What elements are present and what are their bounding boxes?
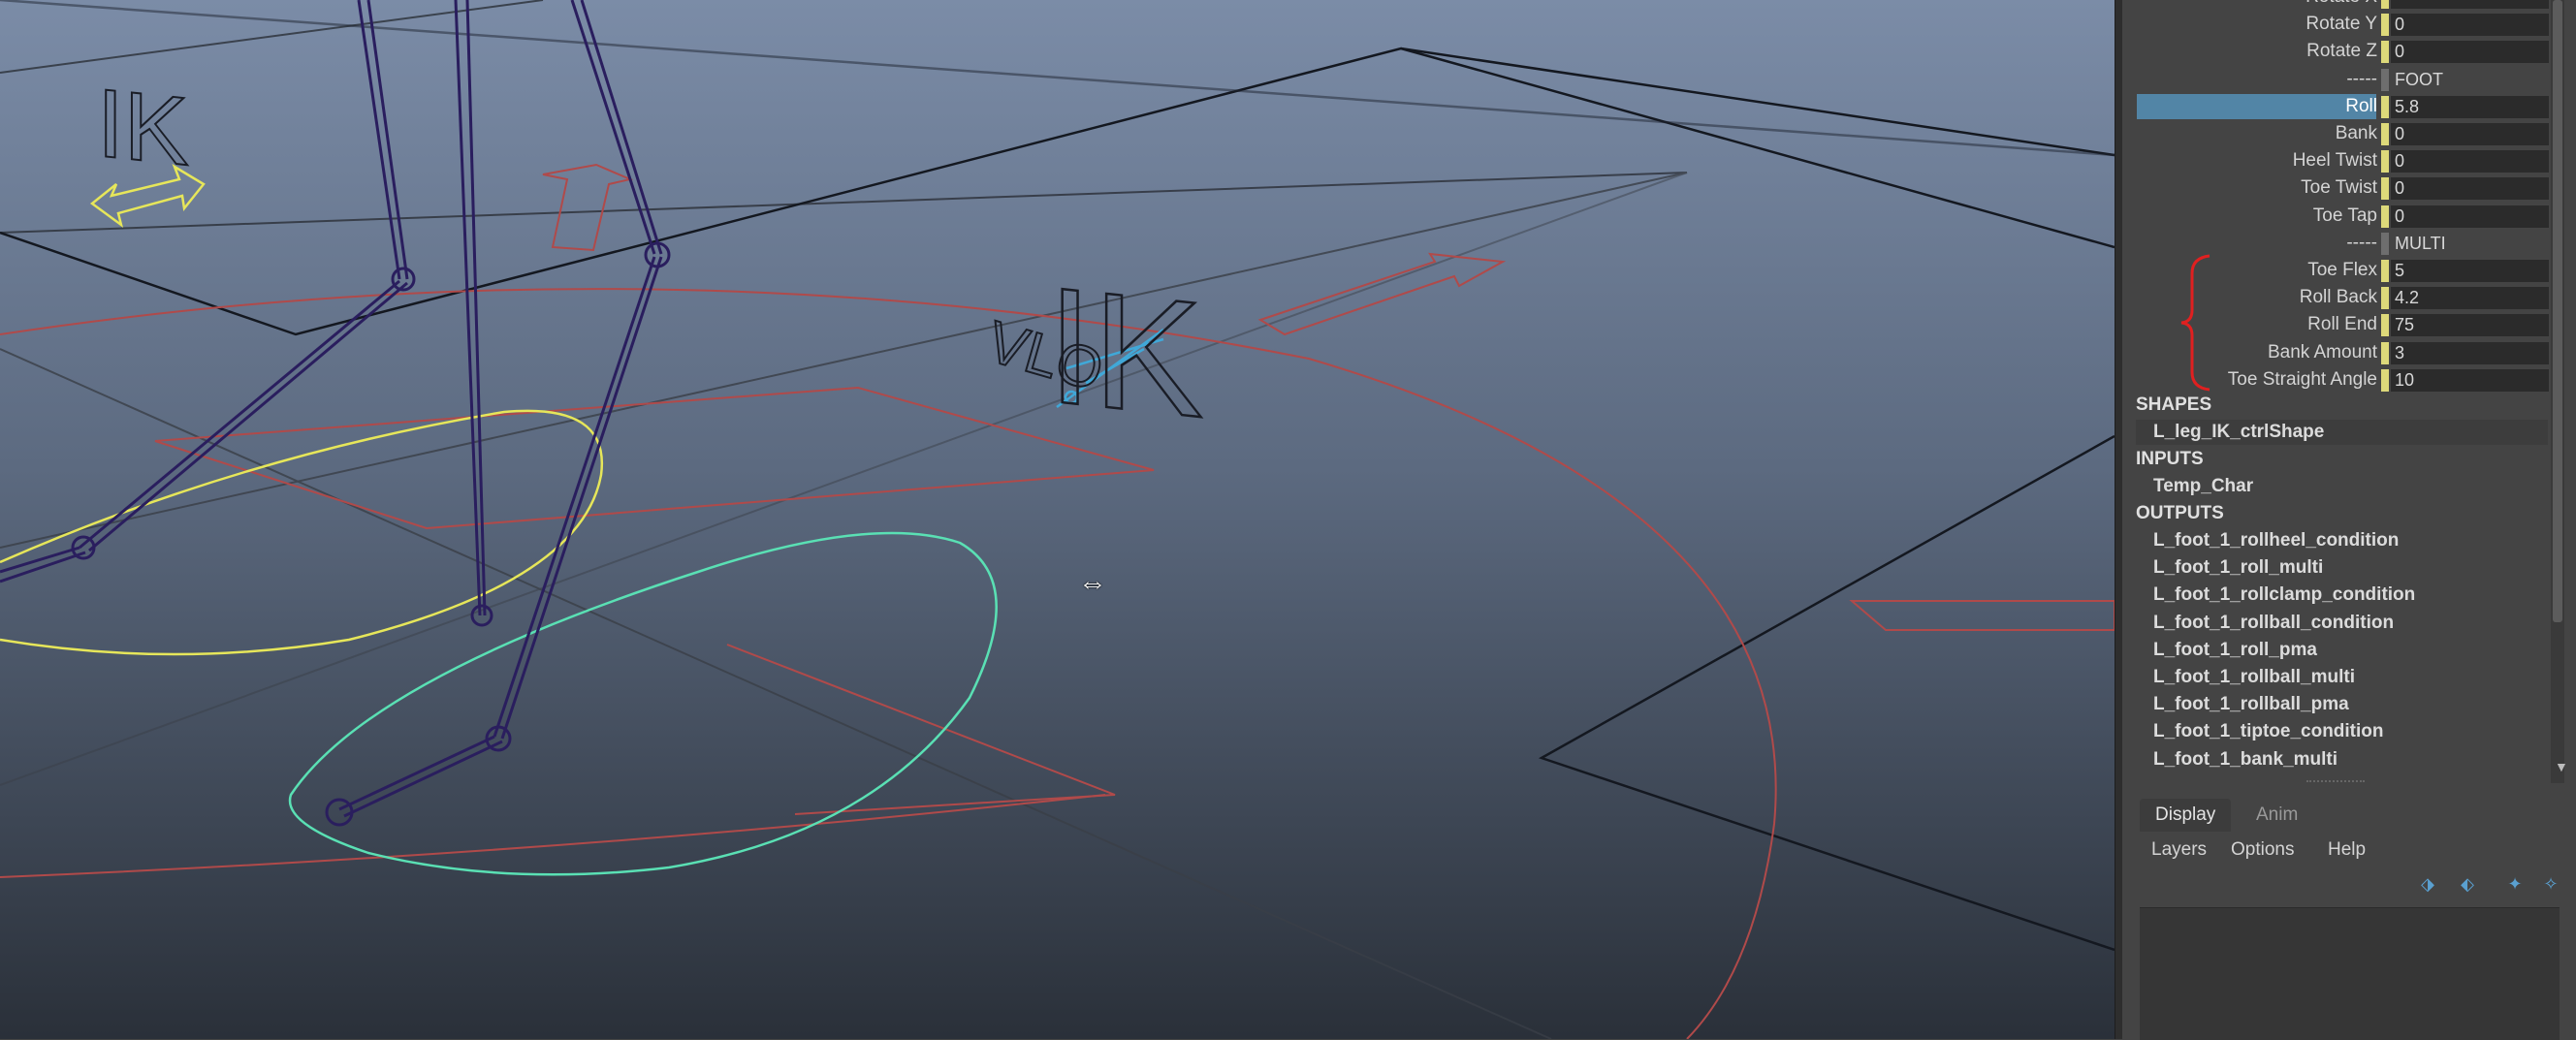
channel-box: Rotate X Rotate Y 0 Rotate Z 0 ----- FOOT Roll 5… bbox=[2122, 0, 2576, 1040]
keyable-indicator bbox=[2381, 123, 2389, 145]
3d-viewport[interactable]: IK IK VLO ⇔ bbox=[0, 0, 2115, 1039]
attribute-value-field[interactable]: 0 bbox=[2391, 205, 2549, 228]
outputs-header: OUTPUTS bbox=[2136, 503, 2224, 523]
attribute-row[interactable]: Rotate X bbox=[2137, 0, 2549, 10]
keyable-indicator bbox=[2381, 177, 2389, 201]
attribute-value-field[interactable]: 0 bbox=[2391, 41, 2549, 64]
shape-node[interactable]: L_leg_IK_ctrlShape bbox=[2136, 420, 2548, 445]
keyable-indicator bbox=[2381, 260, 2389, 282]
tab-anim[interactable]: Anim bbox=[2241, 799, 2313, 832]
output-node[interactable]: L_foot_1_rollball_condition bbox=[2153, 611, 2394, 636]
input-node[interactable]: Temp_Char bbox=[2153, 474, 2253, 499]
new-layer-icon[interactable]: ✦ bbox=[2500, 870, 2529, 898]
channel-box-scrollbar[interactable] bbox=[2551, 0, 2564, 783]
attribute-value-field[interactable]: 4.2 bbox=[2391, 287, 2549, 310]
keyable-indicator bbox=[2381, 0, 2389, 9]
attribute-row[interactable]: Toe Twist 0 bbox=[2137, 175, 2549, 201]
output-node[interactable]: L_foot_1_rollball_pma bbox=[2153, 692, 2349, 717]
keyable-indicator bbox=[2381, 341, 2389, 364]
attribute-value-field[interactable]: 5 bbox=[2391, 260, 2549, 282]
scrollbar-thumb[interactable] bbox=[2553, 0, 2562, 622]
pane-splitter-grip[interactable] bbox=[2306, 780, 2365, 784]
red-brace-annotation bbox=[2180, 254, 2210, 392]
attribute-label[interactable]: Rotate X bbox=[2306, 0, 2377, 10]
keyable-indicator bbox=[2381, 68, 2389, 91]
output-node[interactable]: L_foot_1_roll_multi bbox=[2153, 555, 2323, 581]
attribute-label[interactable]: Rotate Y bbox=[2306, 12, 2377, 37]
output-node[interactable]: L_foot_1_tiptoe_condition bbox=[2153, 719, 2384, 744]
attribute-label[interactable]: ----- bbox=[2346, 67, 2377, 92]
attribute-label[interactable]: Roll bbox=[2345, 94, 2377, 119]
menu-options[interactable]: Options bbox=[2231, 835, 2294, 865]
attribute-value-field[interactable] bbox=[2391, 0, 2549, 9]
output-node[interactable]: L_foot_1_rollheel_condition bbox=[2153, 528, 2399, 553]
menu-layers[interactable]: Layers bbox=[2151, 835, 2207, 865]
attribute-value-field[interactable]: 75 bbox=[2391, 314, 2549, 337]
attribute-label[interactable]: Toe Straight Angle bbox=[2228, 367, 2377, 393]
attribute-row[interactable]: Heel Twist 0 bbox=[2137, 148, 2549, 173]
attribute-label[interactable]: Rotate Z bbox=[2306, 39, 2377, 64]
shapes-header: SHAPES bbox=[2136, 394, 2212, 415]
section-value: FOOT bbox=[2395, 69, 2443, 89]
attribute-label[interactable]: Toe Flex bbox=[2307, 258, 2377, 283]
attribute-label[interactable]: Bank Amount bbox=[2268, 340, 2377, 365]
attribute-value-field[interactable]: 0 bbox=[2391, 123, 2549, 145]
attribute-label[interactable]: Roll Back bbox=[2300, 285, 2377, 310]
attribute-row[interactable]: Bank 0 bbox=[2137, 121, 2549, 146]
keyable-indicator bbox=[2381, 368, 2389, 392]
output-node[interactable]: L_foot_1_bank_multi bbox=[2153, 747, 2337, 772]
attribute-value-field[interactable]: 10 bbox=[2391, 368, 2549, 392]
keyable-indicator bbox=[2381, 14, 2389, 37]
scroll-down-arrow-icon[interactable]: ▼ bbox=[2555, 759, 2568, 774]
attribute-label[interactable]: Bank bbox=[2336, 121, 2377, 146]
new-layer-from-selected-icon[interactable]: ✧ bbox=[2536, 870, 2565, 898]
attribute-value-field[interactable]: 0 bbox=[2391, 14, 2549, 37]
output-node[interactable]: L_foot_1_rollclamp_condition bbox=[2153, 583, 2415, 608]
attribute-value-field[interactable]: 3 bbox=[2391, 341, 2549, 364]
section-value: MULTI bbox=[2395, 233, 2446, 253]
selection-highlight bbox=[2137, 93, 2376, 119]
resize-cursor-icon: ⇔ bbox=[1078, 567, 1107, 599]
attribute-row[interactable]: Rotate Y 0 bbox=[2137, 12, 2549, 37]
move-layer-down-icon[interactable]: ⬖ bbox=[2453, 870, 2482, 898]
attribute-row[interactable]: ----- MULTI bbox=[2137, 231, 2549, 256]
attribute-label[interactable]: Roll End bbox=[2307, 312, 2377, 337]
attribute-label[interactable]: ----- bbox=[2346, 231, 2377, 256]
keyable-indicator bbox=[2381, 205, 2389, 228]
menu-help[interactable]: Help bbox=[2328, 835, 2366, 865]
viewport-scene[interactable]: IK IK VLO bbox=[0, 0, 2115, 1039]
keyable-indicator bbox=[2381, 41, 2389, 64]
viewport-background bbox=[0, 0, 2115, 1039]
attribute-value-field[interactable]: 0 bbox=[2391, 177, 2549, 201]
attribute-label[interactable]: Heel Twist bbox=[2293, 148, 2377, 173]
attribute-label[interactable]: Toe Twist bbox=[2301, 175, 2377, 201]
attribute-value-field[interactable]: 0 bbox=[2391, 150, 2549, 173]
keyable-indicator bbox=[2381, 150, 2389, 173]
attribute-label[interactable]: Toe Tap bbox=[2313, 204, 2377, 229]
keyable-indicator bbox=[2381, 314, 2389, 337]
output-node[interactable]: L_foot_1_roll_pma bbox=[2153, 638, 2317, 663]
output-node[interactable]: L_foot_1_rollball_multi bbox=[2153, 665, 2355, 690]
attribute-row[interactable]: Roll 5.8 bbox=[2137, 93, 2549, 119]
attribute-row[interactable]: Toe Tap 0 bbox=[2137, 204, 2549, 229]
attribute-value-field[interactable]: 5.8 bbox=[2391, 95, 2549, 118]
move-layer-up-icon[interactable]: ⬗ bbox=[2413, 870, 2442, 898]
inputs-header: INPUTS bbox=[2136, 449, 2204, 469]
layer-list[interactable] bbox=[2140, 907, 2560, 1040]
tab-display[interactable]: Display bbox=[2140, 799, 2232, 832]
keyable-indicator bbox=[2381, 95, 2389, 118]
attribute-row[interactable]: ----- FOOT bbox=[2137, 67, 2549, 92]
attribute-row[interactable]: Rotate Z 0 bbox=[2137, 39, 2549, 64]
ik-label-3d-left: IK bbox=[97, 69, 188, 187]
keyable-indicator bbox=[2381, 287, 2389, 310]
layer-editor: Display Anim Layers Options Help ⬗ ⬖ ✦ ✧ bbox=[2122, 793, 2576, 1040]
keyable-indicator bbox=[2381, 232, 2389, 255]
